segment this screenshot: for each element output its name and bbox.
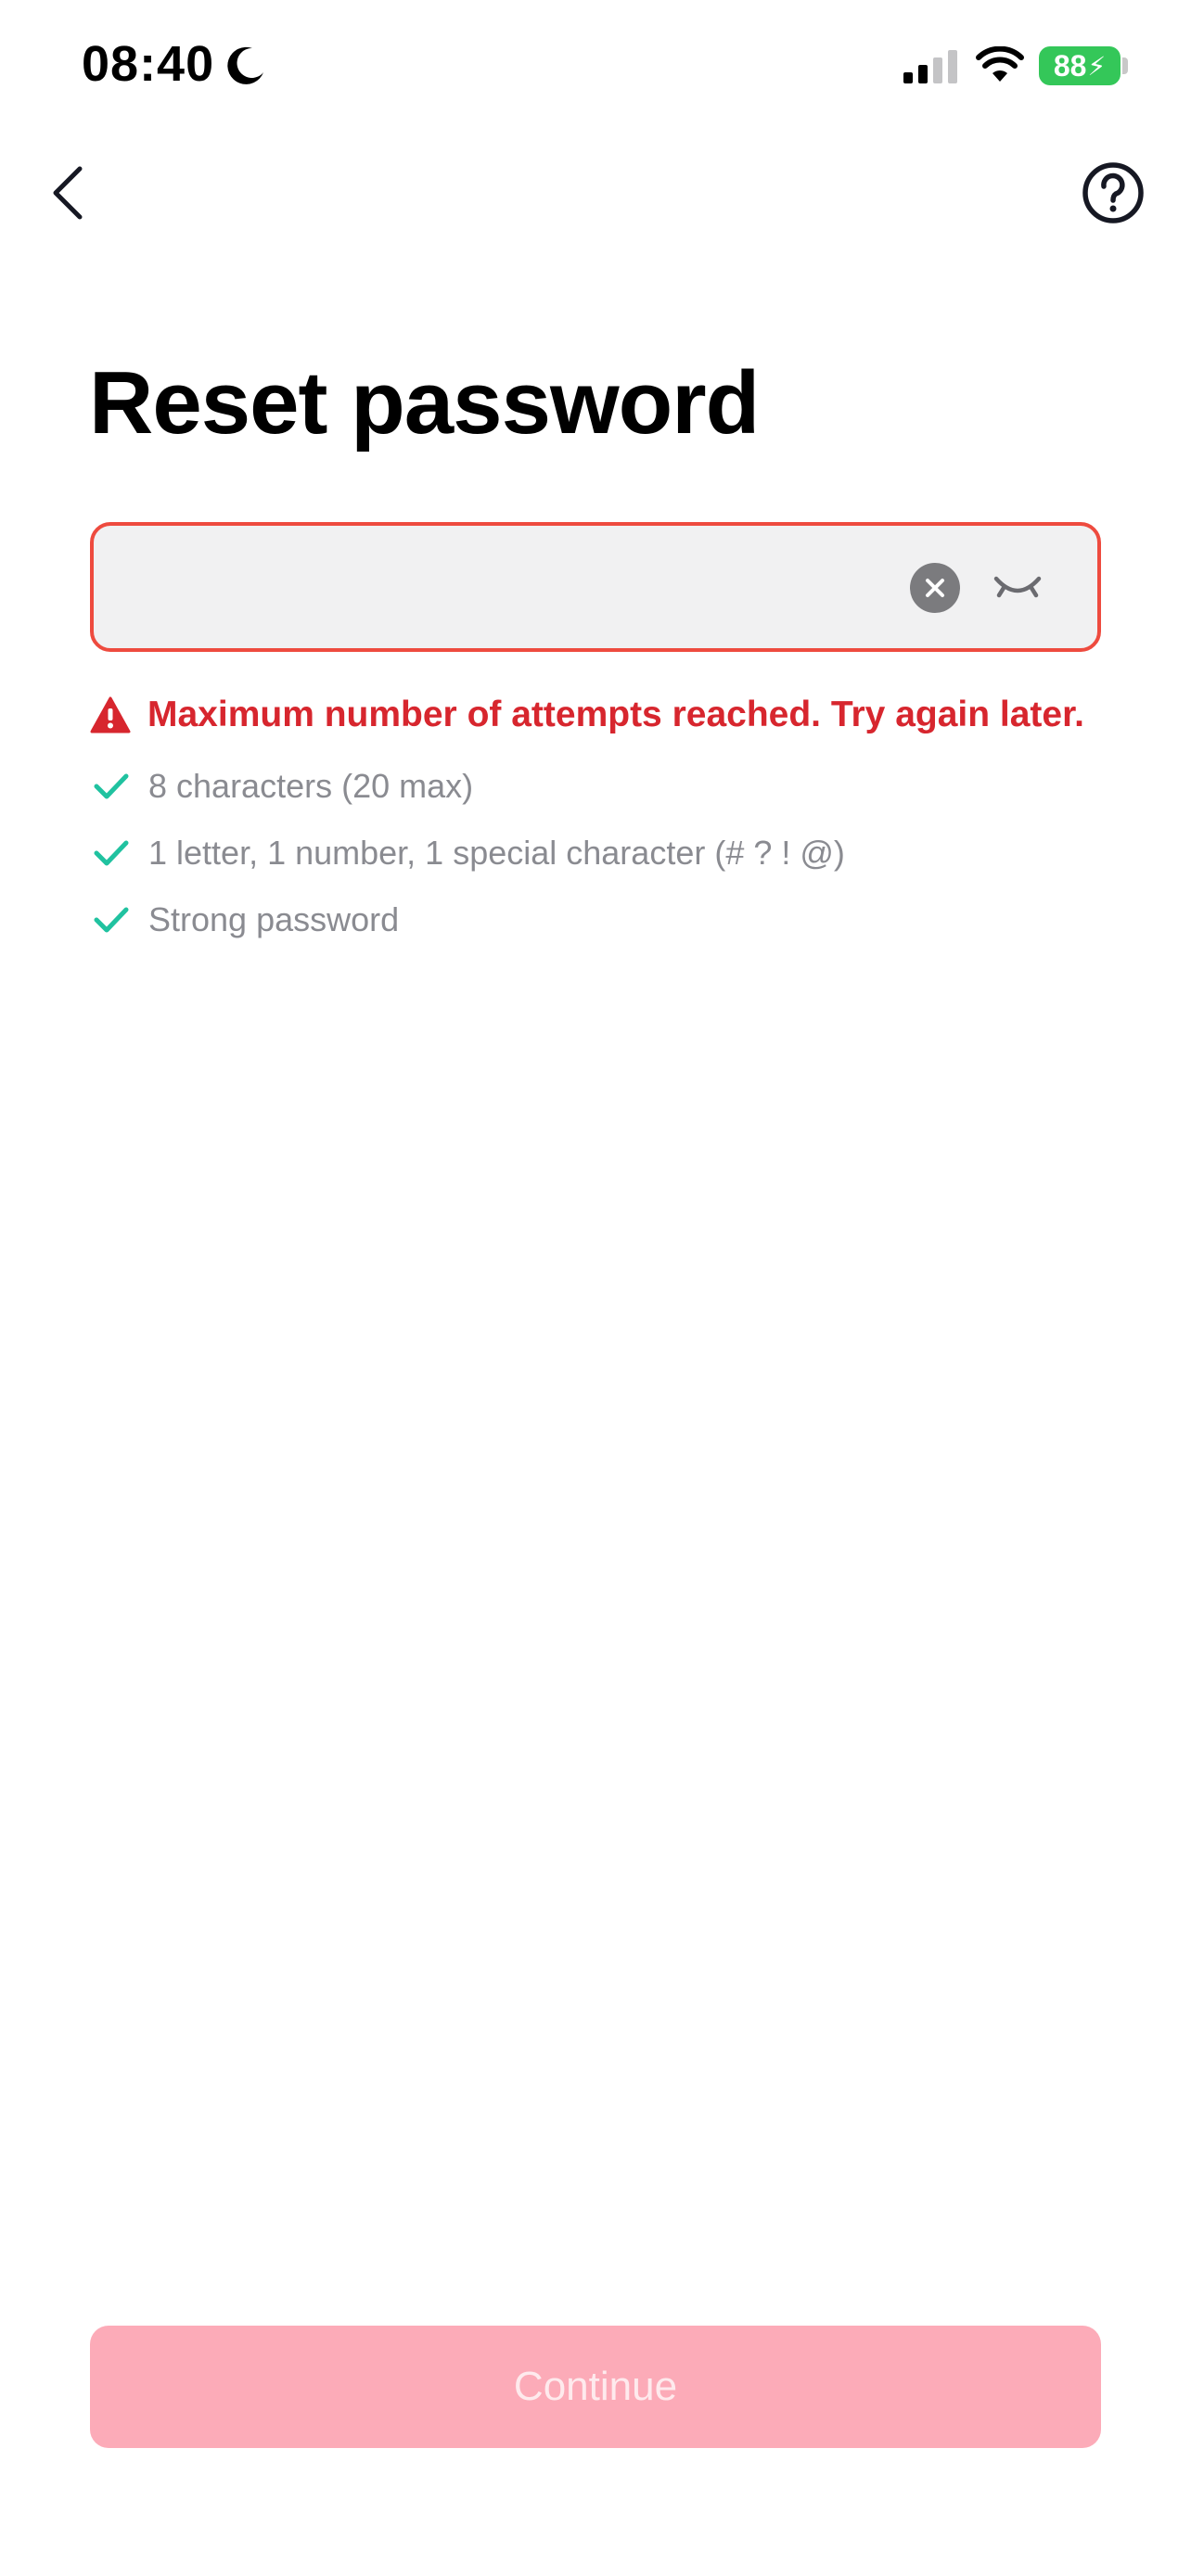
checkmark-icon <box>94 773 129 799</box>
eye-closed-icon <box>993 576 1042 598</box>
clear-x-icon <box>926 579 944 597</box>
password-field <box>90 522 1101 652</box>
rule-text: 8 characters (20 max) <box>148 767 474 805</box>
chevron-left-icon <box>53 166 83 220</box>
password-input[interactable] <box>120 548 884 628</box>
error-message: Maximum number of attempts reached. Try … <box>90 692 1110 738</box>
moon-icon <box>227 46 263 84</box>
checkmark-icon <box>94 907 129 933</box>
rule-item: Strong password <box>93 886 1113 953</box>
rule-text: Strong password <box>148 900 400 938</box>
continue-label: Continue <box>513 2364 678 2409</box>
toggle-visibility-button[interactable] <box>992 565 1044 611</box>
continue-button[interactable]: Continue <box>90 2326 1101 2448</box>
rule-item: 1 letter, 1 number, 1 special character … <box>93 820 1113 886</box>
password-rules: 8 characters (20 max) 1 letter, 1 number… <box>93 753 1113 953</box>
question-circle-icon <box>1082 162 1144 223</box>
status-time: 08:40 <box>82 36 215 92</box>
status-bar: 08:40 88 ⚡ <box>0 0 1191 139</box>
battery-percent: 88 <box>1053 48 1087 83</box>
rule-item: 8 characters (20 max) <box>93 753 1113 820</box>
page-title: Reset password <box>89 353 760 453</box>
rule-text: 1 letter, 1 number, 1 special character … <box>148 834 845 872</box>
error-text: Maximum number of attempts reached. Try … <box>147 695 1084 734</box>
signal-icon <box>903 50 957 83</box>
back-button[interactable] <box>37 156 96 230</box>
bolt-icon: ⚡ <box>1087 51 1107 81</box>
battery-tip <box>1122 57 1128 74</box>
help-button[interactable] <box>1080 159 1146 226</box>
warning-triangle-icon <box>90 696 131 733</box>
wifi-icon <box>976 46 1024 82</box>
battery-icon: 88 ⚡ <box>1039 46 1121 85</box>
checkmark-icon <box>94 840 129 866</box>
clear-button[interactable] <box>910 563 960 613</box>
